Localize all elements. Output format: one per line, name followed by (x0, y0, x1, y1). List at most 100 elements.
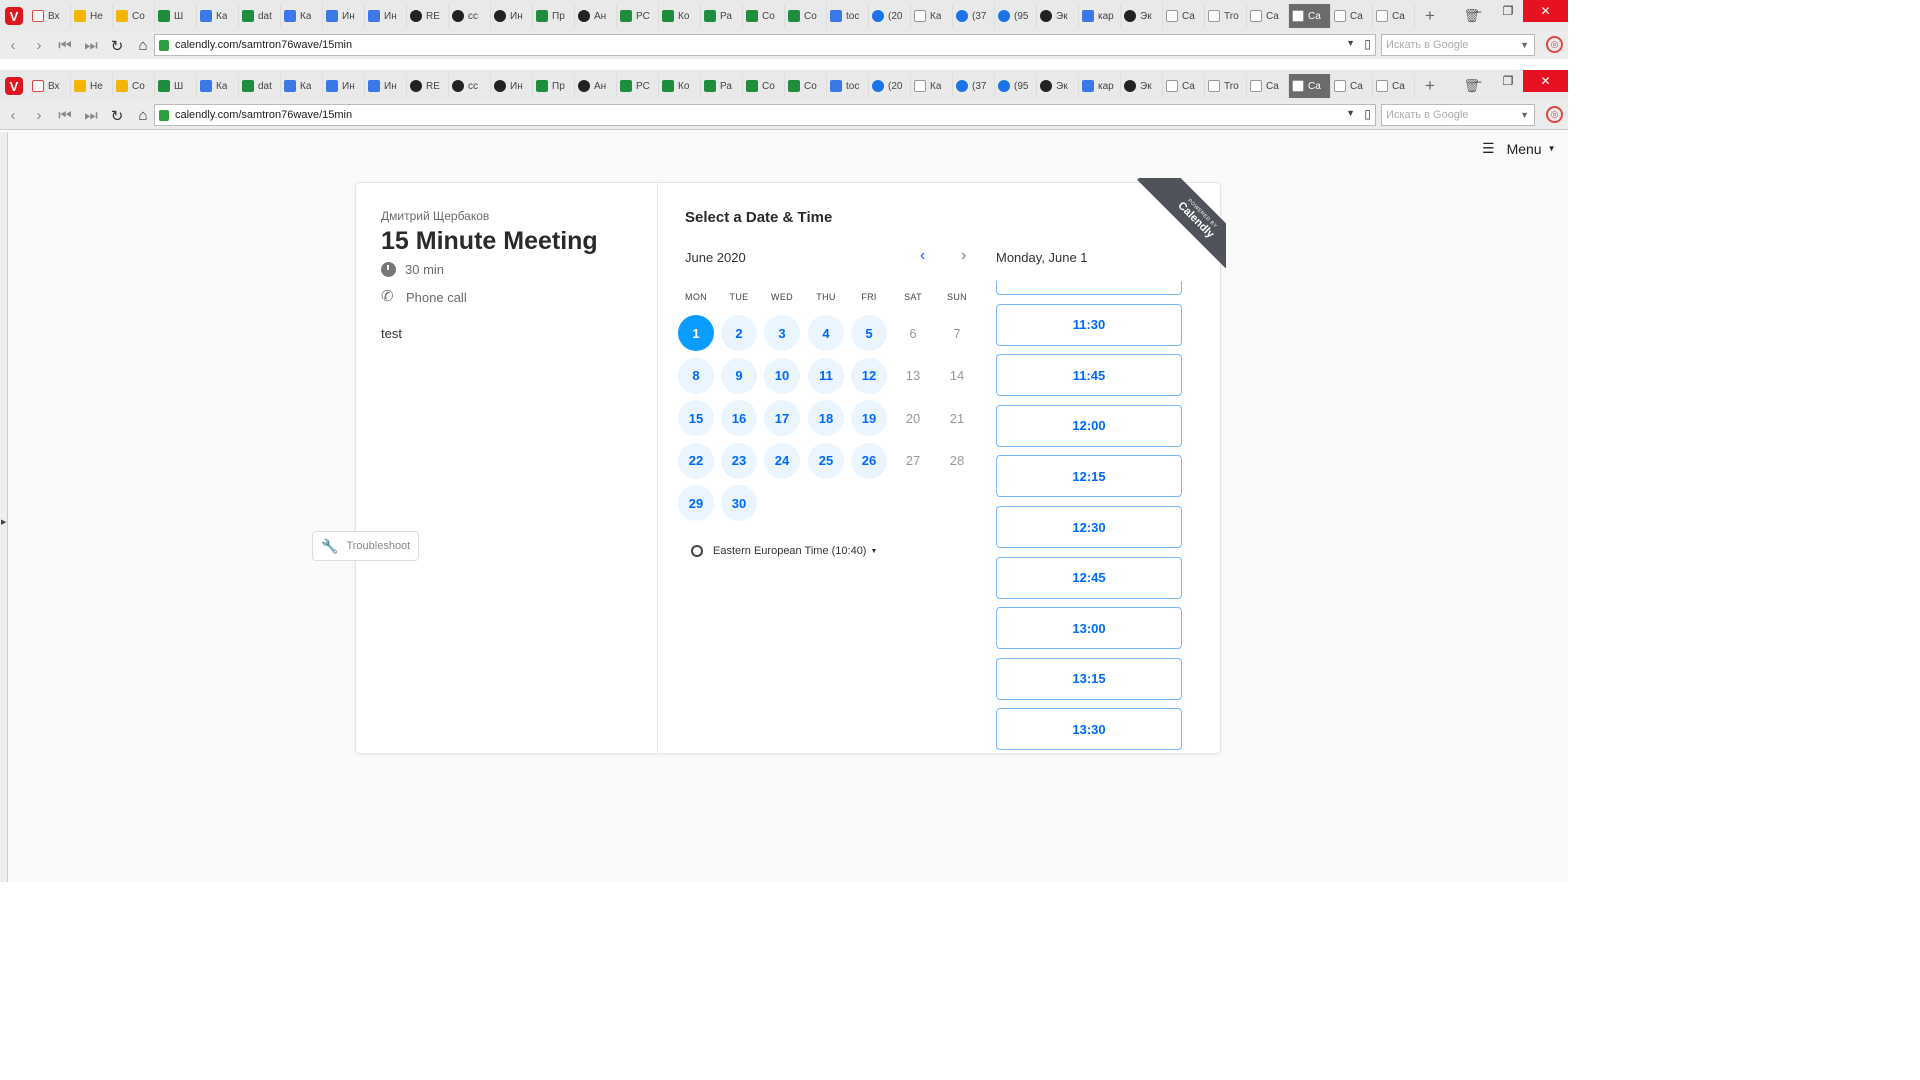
calendar-day[interactable]: 23 (721, 442, 757, 479)
browser-tab[interactable]: Ca (1289, 4, 1331, 28)
browser-tab[interactable]: Ан (575, 4, 617, 28)
browser-tab[interactable]: Ка (911, 74, 953, 98)
rewind-icon[interactable]: ⏮ (52, 105, 78, 127)
browser-tab[interactable]: Вх (29, 74, 71, 98)
browser-tab[interactable]: Эк (1037, 4, 1079, 28)
time-slot-button[interactable]: 13:15 (996, 657, 1182, 700)
calendar-day[interactable]: 9 (721, 357, 757, 394)
browser-tab[interactable]: (20 (869, 4, 911, 28)
browser-tab[interactable]: RE (407, 4, 449, 28)
browser-tab[interactable]: (37 (953, 74, 995, 98)
browser-tab[interactable]: Ca (1331, 4, 1373, 28)
close-button[interactable]: ✕ (1523, 70, 1568, 92)
browser-tab[interactable]: Ин (365, 74, 407, 98)
browser-tab[interactable]: Ca (1163, 74, 1205, 98)
next-month-button[interactable]: › (961, 247, 966, 265)
calendar-day[interactable]: 18 (808, 400, 844, 436)
browser-tab[interactable]: Ка (281, 74, 323, 98)
new-tab-button[interactable]: + (1421, 6, 1439, 25)
browser-tab[interactable]: Ca (1373, 4, 1415, 28)
browser-tab[interactable]: кар (1079, 74, 1121, 98)
browser-tab[interactable]: Вх (29, 4, 71, 28)
browser-tab[interactable]: PC (617, 74, 659, 98)
time-slot-button[interactable]: 11:45 (996, 354, 1182, 397)
minimize-button[interactable]: – (1463, 70, 1493, 92)
calendar-day[interactable]: 4 (808, 315, 844, 351)
browser-tab[interactable]: Пр (533, 4, 575, 28)
fastforward-icon[interactable]: ⏭ (78, 35, 104, 57)
calendar-day[interactable]: 17 (764, 400, 800, 436)
browser-tab[interactable]: Со (785, 74, 827, 98)
browser-tab[interactable]: Ca (1163, 4, 1205, 28)
back-icon[interactable]: ‹ (0, 35, 26, 57)
prev-month-button[interactable]: ‹ (920, 247, 925, 265)
browser-tab[interactable]: Со (113, 4, 155, 28)
calendar-day[interactable]: 26 (851, 442, 887, 479)
search-dropdown-icon[interactable]: ▼ (1520, 110, 1529, 120)
browser-logo-icon[interactable]: V (5, 7, 23, 25)
search-dropdown-icon[interactable]: ▼ (1520, 40, 1529, 50)
close-button[interactable]: ✕ (1523, 0, 1568, 22)
browser-tab[interactable]: Ca (1373, 74, 1415, 98)
time-slot-button[interactable]: 13:30 (996, 708, 1182, 751)
url-field[interactable]: calendly.com/samtron76wave/15min ▼ ▯ (154, 34, 1376, 56)
browser-tab[interactable]: Ca (1331, 74, 1373, 98)
browser-tab[interactable]: Ин (365, 4, 407, 28)
browser-tab[interactable]: Ca (1247, 4, 1289, 28)
browser-tab[interactable]: Не (71, 74, 113, 98)
calendar-day[interactable]: 16 (721, 400, 757, 436)
sidebar-toggle[interactable]: ▶ (0, 132, 8, 882)
browser-tab[interactable]: Ко (659, 4, 701, 28)
extension-icon[interactable]: ◎ (1546, 36, 1563, 53)
browser-tab[interactable]: Ра (701, 4, 743, 28)
browser-tab[interactable]: (37 (953, 4, 995, 28)
calendar-day[interactable]: 12 (851, 357, 887, 394)
browser-tab[interactable]: (20 (869, 74, 911, 98)
calendar-day[interactable]: 3 (764, 315, 800, 351)
calendar-day[interactable]: 11 (808, 357, 844, 394)
calendar-day[interactable]: 19 (851, 400, 887, 436)
restore-button[interactable]: ❐ (1493, 70, 1523, 92)
browser-tab[interactable]: Tro (1205, 74, 1247, 98)
timezone-select[interactable]: Eastern European Time (10:40) ▼ (691, 545, 877, 557)
browser-tab[interactable]: Эк (1037, 74, 1079, 98)
browser-tab[interactable]: Tro (1205, 4, 1247, 28)
time-slot-button[interactable]: 12:30 (996, 506, 1182, 548)
minimize-button[interactable]: – (1463, 0, 1493, 22)
browser-tab[interactable]: Ка (911, 4, 953, 28)
search-input[interactable]: Искать в Google ▼ (1381, 104, 1535, 126)
browser-tab[interactable]: Ca (1289, 74, 1331, 98)
calendar-day[interactable]: 22 (678, 442, 714, 479)
url-field[interactable]: calendly.com/samtron76wave/15min ▼ ▯ (154, 104, 1376, 126)
url-dropdown-icon[interactable]: ▼ (1346, 108, 1355, 118)
browser-tab[interactable]: Ан (575, 74, 617, 98)
reload-icon[interactable]: ↻ (104, 105, 130, 127)
time-slot-button[interactable]: 13:00 (996, 607, 1182, 650)
browser-tab[interactable]: Эк (1121, 74, 1163, 98)
browser-tab[interactable]: Ин (323, 74, 365, 98)
troubleshoot-button[interactable]: 🔧 Troubleshoot (312, 531, 419, 561)
forward-icon[interactable]: › (26, 35, 52, 57)
browser-tab[interactable]: dat (239, 4, 281, 28)
forward-icon[interactable]: › (26, 105, 52, 127)
calendar-day[interactable]: 30 (721, 485, 757, 521)
browser-tab[interactable]: (95 (995, 74, 1037, 98)
time-slot-button[interactable]: 12:00 (996, 404, 1182, 447)
browser-tab[interactable]: cc (449, 74, 491, 98)
calendar-day[interactable]: 5 (851, 315, 887, 351)
reload-icon[interactable]: ↻ (104, 35, 130, 57)
home-icon[interactable]: ⌂ (130, 35, 156, 57)
browser-tab[interactable]: Ка (197, 74, 239, 98)
browser-tab[interactable]: Ко (659, 74, 701, 98)
calendar-day[interactable]: 8 (678, 357, 714, 394)
browser-tab[interactable]: RE (407, 74, 449, 98)
time-slot-button[interactable]: 12:45 (996, 556, 1182, 599)
browser-tab[interactable]: dat (239, 74, 281, 98)
search-input[interactable]: Искать в Google ▼ (1381, 34, 1535, 56)
extension-icon[interactable]: ◎ (1546, 106, 1563, 123)
browser-tab[interactable]: toc (827, 74, 869, 98)
time-slot-button[interactable]: 12:15 (996, 455, 1182, 498)
new-tab-button[interactable]: + (1421, 76, 1439, 95)
calendar-day-selected[interactable]: 1 (678, 315, 714, 351)
time-slot-button[interactable]: 11:30 (996, 303, 1182, 346)
